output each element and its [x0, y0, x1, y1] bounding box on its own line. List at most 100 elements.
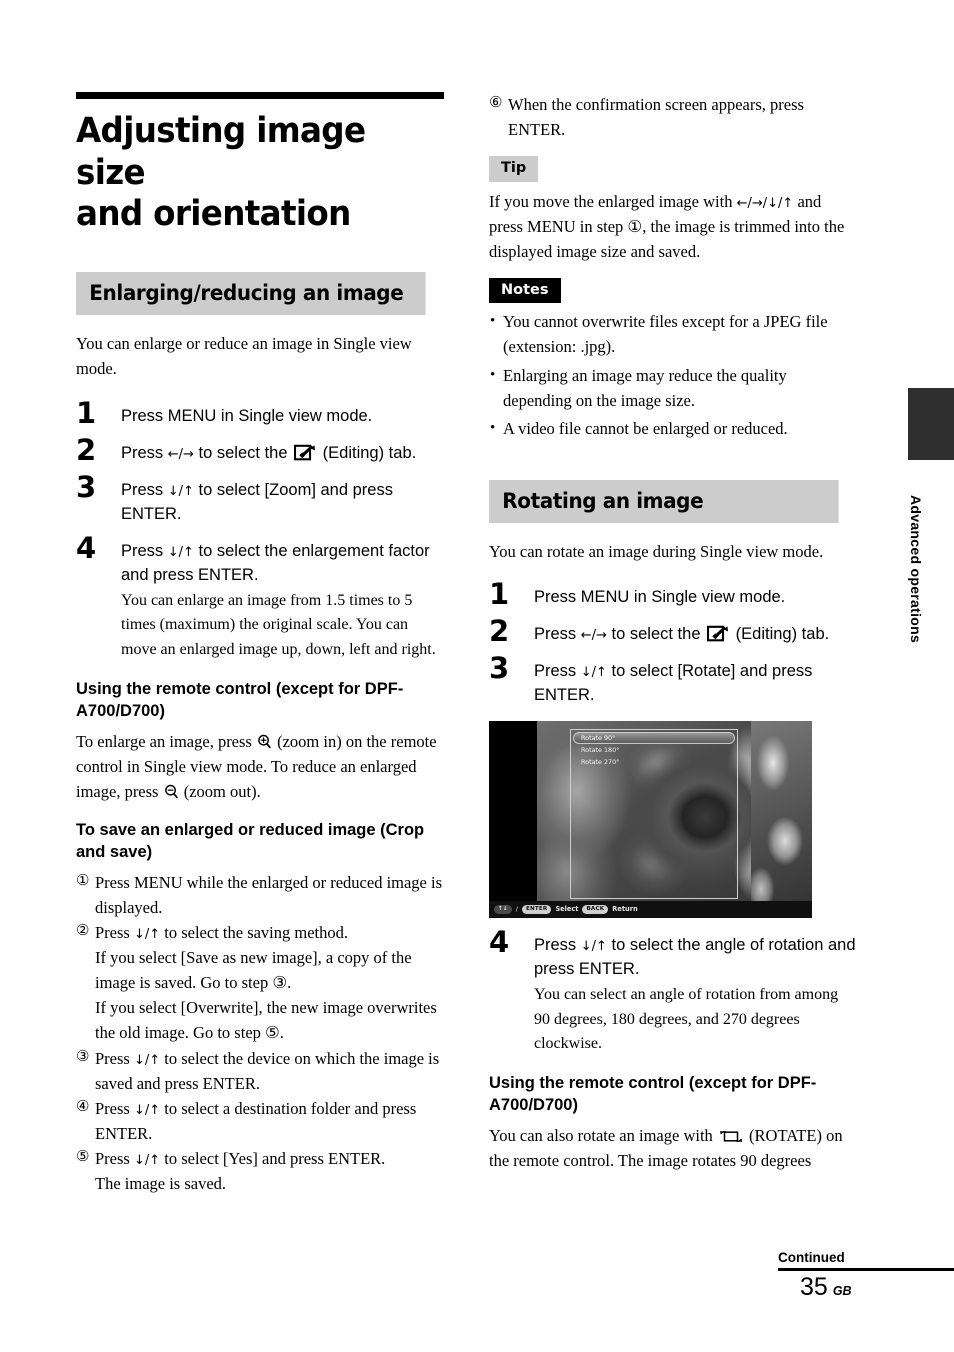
step-text: Press MENU in Single view mode. — [534, 588, 786, 607]
remote-control-zoom-text: To enlarge an image, press (zoom in) on … — [76, 729, 444, 804]
circled-step-text: Press MENU while the enlarged or reduced… — [95, 872, 443, 918]
rotate-menu: Rotate 90° Rotate 180° Rotate 270° — [573, 731, 735, 784]
statusbar-separator: / — [515, 905, 518, 913]
step-subtext: You can select an angle of rotation from… — [534, 985, 839, 1053]
step-text: Press ↓/↑ to select [Rotate] and press E… — [534, 660, 857, 708]
step-number: 3 — [489, 651, 510, 686]
section-heading-rotating: Rotating an image — [489, 480, 839, 524]
editing-icon — [707, 625, 729, 642]
rotate-menu-item-180[interactable]: Rotate 180° — [573, 744, 735, 756]
page-region-code: GB — [832, 1283, 852, 1298]
step-text: Press ←/→ to select the (Editing) tab. — [534, 623, 857, 647]
arrow-keys-glyph: ←/→/↓/↑ — [736, 195, 794, 211]
remote-text-part: You can also rotate an image with — [489, 1126, 717, 1146]
arrow-keys-glyph: ↓/↑ — [167, 483, 194, 499]
dpad-icon: ↑↓ — [494, 904, 512, 914]
page-number: 35 — [800, 1272, 828, 1301]
arrow-keys-glyph: ↓/↑ — [580, 938, 607, 954]
circled-step-extra: If you select [Overwrite], the new image… — [95, 998, 437, 1043]
manual-page: Adjusting image size and orientation Enl… — [0, 0, 954, 1352]
circled-step-item: ② Press ↓/↑ to select the saving method.… — [76, 920, 444, 1045]
circled-step-text: Press — [95, 1148, 134, 1168]
arrow-keys-glyph: ←/→ — [167, 447, 194, 462]
page-title: Adjusting image size and orientation — [76, 111, 418, 236]
back-key-icon: BACK — [582, 904, 609, 914]
note-bullet: You cannot overwrite files except for a … — [489, 310, 857, 360]
tip-badge: Tip — [489, 156, 539, 182]
step-text-part: Press — [121, 444, 168, 462]
rotate-menu-item-90[interactable]: Rotate 90° — [573, 731, 735, 744]
circled-step-mark: ⑤ — [76, 1148, 90, 1165]
arrow-keys-glyph: ↓/↑ — [580, 665, 607, 681]
step-text-part: Press — [121, 541, 168, 560]
step-item: 3 Press ↓/↑ to select [Rotate] and press… — [489, 654, 857, 708]
step-text-part: Press — [121, 480, 168, 499]
circled-step-mark: ④ — [76, 1098, 90, 1115]
circled-step-extra: The image is saved. — [95, 1173, 227, 1193]
tip-text-part: If you move the enlarged image with — [489, 191, 737, 211]
arrow-keys-glyph: ↓/↑ — [133, 1102, 161, 1118]
back-key-label: Return — [612, 905, 638, 914]
step-text-part: Press — [534, 662, 581, 681]
chapter-tab-label: Advanced operations — [908, 495, 924, 644]
tip-text: If you move the enlarged image with ←/→/… — [489, 189, 857, 264]
rotate-menu-item-270[interactable]: Rotate 270° — [573, 756, 735, 768]
circled-step-text: to select [Yes] and press ENTER. — [160, 1148, 386, 1168]
circled-step-mark: ② — [76, 923, 90, 940]
circled-step-text: Press — [95, 1098, 134, 1118]
notes-badge: Notes — [489, 277, 561, 304]
circled-step-text: Press — [95, 1048, 134, 1068]
circled-step-item: ⑤ Press ↓/↑ to select [Yes] and press EN… — [76, 1146, 444, 1196]
circled-step-item: ⑥ When the confirmation screen appears, … — [489, 92, 857, 142]
page-title-line1: Adjusting image size — [76, 111, 366, 193]
screenshot-photo-right — [751, 720, 812, 902]
right-column: ⑥ When the confirmation screen appears, … — [489, 92, 857, 1173]
step-number: 4 — [76, 530, 97, 565]
title-rule — [76, 92, 444, 99]
note-bullet: Enlarging an image may reduce the qualit… — [489, 364, 857, 414]
screenshot-statusbar: ↑↓ / ENTER Select BACK Return — [489, 900, 812, 918]
step-number: 4 — [489, 924, 510, 959]
arrow-keys-glyph: ↓/↑ — [133, 1152, 161, 1168]
zoom-out-icon — [164, 784, 178, 799]
circled-step-mark: ③ — [76, 1048, 90, 1065]
enlarging-intro: You can enlarge or reduce an image in Si… — [76, 333, 412, 378]
rotating-steps: 1 Press MENU in Single view mode. 2 Pres… — [489, 580, 857, 1057]
step-item: 2 Press ←/→ to select the (Editing) tab. — [76, 436, 444, 466]
enlarging-steps: 1 Press MENU in Single view mode. 2 Pres… — [76, 399, 444, 663]
circled-step-item: ③ Press ↓/↑ to select the device on whic… — [76, 1046, 444, 1096]
step-text: Press MENU in Single view mode. — [121, 407, 373, 426]
section-heading-enlarging: Enlarging/reducing an image — [76, 271, 426, 315]
circled-step-mark: ⑥ — [489, 95, 503, 111]
step-text: Press ↓/↑ to select the angle of rotatio… — [534, 934, 857, 982]
enter-key-label: Select — [555, 905, 579, 914]
step-item: 1 Press MENU in Single view mode. — [489, 580, 857, 610]
circled-step-text: Press — [95, 923, 134, 943]
enter-key-icon: ENTER — [521, 904, 552, 914]
page-title-line2: and orientation — [76, 194, 351, 235]
arrow-keys-glyph: ↓/↑ — [167, 544, 194, 560]
continued-label: Continued — [778, 1250, 845, 1265]
step-text-part: to select the — [606, 625, 706, 644]
circled-step-text: When the confirmation screen appears, pr… — [508, 95, 804, 140]
circled-step-extra: If you select [Save as new image], a cop… — [95, 948, 412, 993]
step-item: 3 Press ↓/↑ to select [Zoom] and press E… — [76, 472, 444, 527]
step-text-part: Press — [534, 935, 581, 954]
step-number: 1 — [489, 577, 510, 612]
circled-step-mark: ① — [76, 872, 90, 889]
step-item: 4 Press ↓/↑ to select the angle of rotat… — [489, 927, 857, 1057]
step-text: Press ←/→ to select the (Editing) tab. — [121, 442, 444, 466]
remote-control-rotate-text: You can also rotate an image with (ROTAT… — [489, 1123, 857, 1173]
chapter-tab-marker — [908, 388, 954, 460]
remote-text-part: To enlarge an image, press — [76, 731, 256, 751]
subheading-remote-control-zoom: Using the remote control (except for DPF… — [76, 680, 404, 720]
arrow-keys-glyph: ←/→ — [580, 628, 607, 644]
device-screenshot: Rotate 90° Rotate 180° Rotate 270° ↑↓ / … — [489, 720, 812, 918]
crop-save-steps: ① Press MENU while the enlarged or reduc… — [76, 870, 444, 1196]
rotate-icon — [719, 1131, 743, 1142]
remote-text-part: (zoom out). — [179, 782, 261, 802]
circled-step-item: ④ Press ↓/↑ to select a destination fold… — [76, 1096, 444, 1146]
zoom-in-icon — [258, 734, 271, 749]
step-text: Press ↓/↑ to select the enlargement fact… — [121, 540, 444, 588]
step-text-part: Press — [534, 625, 581, 644]
